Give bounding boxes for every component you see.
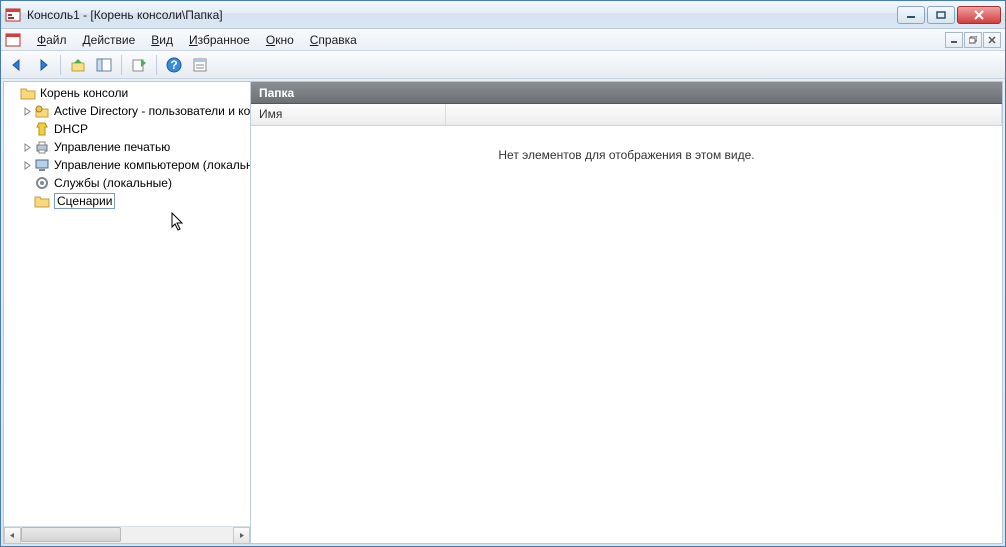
maximize-button[interactable] xyxy=(927,6,955,24)
tree-item[interactable]: Управление компьютером (локальным) xyxy=(4,156,250,174)
tree-item[interactable]: Active Directory - пользователи и компью… xyxy=(4,102,250,120)
rename-input[interactable]: Сценарии xyxy=(54,193,115,209)
window-title: Консоль1 - [Корень консоли\Папка] xyxy=(27,8,897,22)
expand-icon[interactable] xyxy=(20,122,34,136)
column-header-empty[interactable] xyxy=(446,104,1002,125)
ad-icon xyxy=(34,103,50,119)
expand-icon[interactable] xyxy=(20,176,34,190)
menu-file[interactable]: Файл xyxy=(29,31,75,49)
scroll-track[interactable] xyxy=(21,527,233,544)
menu-view[interactable]: Вид xyxy=(143,31,181,49)
tree-root[interactable]: Корень консоли xyxy=(4,84,250,102)
back-button[interactable] xyxy=(5,53,29,77)
main-window: Консоль1 - [Корень консоли\Папка] Файл Д… xyxy=(0,0,1006,547)
tree-node-label: Active Directory - пользователи и компью… xyxy=(54,104,250,118)
menu-action[interactable]: Действие xyxy=(75,31,144,49)
menu-favorites[interactable]: Избранное xyxy=(181,31,258,49)
menu-help[interactable]: Справка xyxy=(302,31,365,49)
detail-pane: Папка Имя Нет элементов для отображения … xyxy=(251,82,1002,543)
tree-pane: Корень консоли Active Directory - пользо… xyxy=(4,82,251,543)
app-icon xyxy=(5,7,21,23)
tree-node-label: Управление печатью xyxy=(54,140,170,154)
content-area: Корень консоли Active Directory - пользо… xyxy=(3,81,1003,544)
services-icon xyxy=(34,175,50,191)
menu-window[interactable]: Окно xyxy=(258,31,302,49)
dhcp-icon xyxy=(34,121,50,137)
mdi-close-button[interactable] xyxy=(983,32,1001,48)
tree-node-label: DHCP xyxy=(54,122,88,136)
tree-node-label: Службы (локальные) xyxy=(54,176,172,190)
toolbar: ? xyxy=(1,51,1005,79)
svg-text:?: ? xyxy=(170,58,177,72)
menubar: Файл Действие Вид Избранное Окно Справка xyxy=(1,29,1005,51)
tree-item[interactable]: Службы (локальные) xyxy=(4,174,250,192)
tree-node-label: Управление компьютером (локальным) xyxy=(54,158,250,172)
export-button[interactable] xyxy=(127,53,151,77)
toolbar-separator xyxy=(121,55,122,75)
mdi-icon xyxy=(3,30,23,50)
help-button[interactable]: ? xyxy=(162,53,186,77)
properties-button[interactable] xyxy=(188,53,212,77)
toolbar-separator xyxy=(60,55,61,75)
window-controls xyxy=(897,6,1001,24)
folder-icon xyxy=(34,193,50,209)
close-button[interactable] xyxy=(957,6,1001,24)
folder-icon xyxy=(20,85,36,101)
console-tree[interactable]: Корень консоли Active Directory - пользо… xyxy=(4,82,250,526)
tree-item[interactable]: Управление печатью xyxy=(4,138,250,156)
computer-icon xyxy=(34,157,50,173)
mdi-minimize-button[interactable] xyxy=(945,32,963,48)
show-hide-tree-button[interactable] xyxy=(92,53,116,77)
scroll-left-button[interactable] xyxy=(4,527,21,544)
horizontal-scrollbar[interactable] xyxy=(4,526,250,543)
mdi-restore-button[interactable] xyxy=(964,32,982,48)
list-header: Имя xyxy=(251,104,1002,126)
tree-item[interactable]: DHCP xyxy=(4,120,250,138)
collapse-icon[interactable] xyxy=(6,86,20,100)
tree-item-editing[interactable]: Сценарии xyxy=(4,192,250,210)
empty-message: Нет элементов для отображения в этом вид… xyxy=(498,148,754,162)
titlebar[interactable]: Консоль1 - [Корень консоли\Папка] xyxy=(1,1,1005,29)
up-button[interactable] xyxy=(66,53,90,77)
column-header-name[interactable]: Имя xyxy=(251,104,446,125)
scroll-thumb[interactable] xyxy=(21,527,121,542)
expand-icon[interactable] xyxy=(20,140,34,154)
expand-icon[interactable] xyxy=(20,104,34,118)
toolbar-separator xyxy=(156,55,157,75)
detail-header: Папка xyxy=(251,82,1002,104)
print-icon xyxy=(34,139,50,155)
forward-button[interactable] xyxy=(31,53,55,77)
mdi-controls xyxy=(945,32,1001,48)
tree-node-label: Корень консоли xyxy=(40,86,128,100)
expand-icon[interactable] xyxy=(20,158,34,172)
scroll-right-button[interactable] xyxy=(233,527,250,544)
minimize-button[interactable] xyxy=(897,6,925,24)
list-body: Нет элементов для отображения в этом вид… xyxy=(251,126,1002,543)
